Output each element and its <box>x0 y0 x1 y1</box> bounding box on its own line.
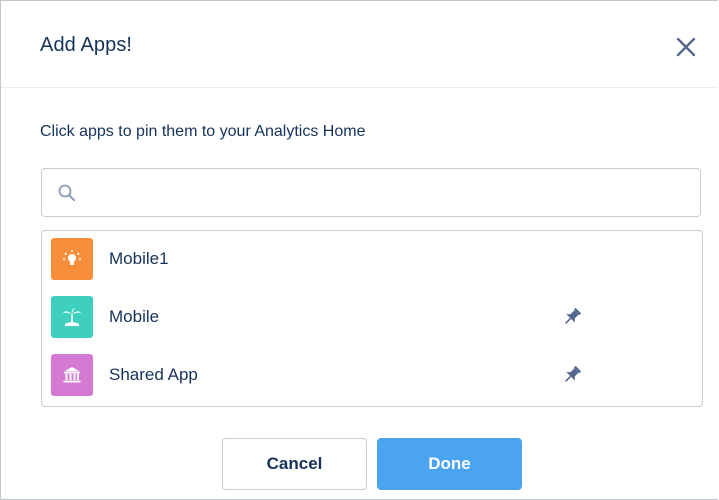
app-list: Mobile1 Mobile Shared App <box>41 230 703 407</box>
island-icon <box>63 308 81 326</box>
done-button[interactable]: Done <box>377 438 522 490</box>
close-icon <box>676 37 696 57</box>
app-row-mobile1[interactable]: Mobile1 <box>42 231 702 287</box>
app-tile-shared-app <box>51 354 93 396</box>
app-name: Mobile <box>109 307 160 326</box>
search-box[interactable] <box>41 168 701 217</box>
dialog-title: Add Apps! <box>40 34 133 56</box>
bank-icon <box>63 367 81 383</box>
app-name: Mobile1 <box>109 249 169 268</box>
dialog-header: Add Apps! <box>1 1 718 88</box>
app-tile-mobile1 <box>51 238 93 280</box>
app-tile-mobile <box>51 296 93 338</box>
instruction-text: Click apps to pin them to your Analytics… <box>40 123 366 140</box>
app-row-shared-app[interactable]: Shared App <box>42 347 702 403</box>
app-name: Shared App <box>109 365 198 384</box>
search-icon <box>58 184 75 201</box>
lightbulb-icon <box>63 250 81 265</box>
add-apps-dialog: Add Apps! Click apps to pin them to your… <box>0 0 718 500</box>
cancel-button[interactable]: Cancel <box>222 438 367 490</box>
pin-icon[interactable] <box>560 363 584 387</box>
close-button[interactable] <box>673 34 699 60</box>
pin-icon[interactable] <box>560 305 584 329</box>
search-input[interactable] <box>88 175 692 212</box>
app-row-mobile[interactable]: Mobile <box>42 289 702 345</box>
